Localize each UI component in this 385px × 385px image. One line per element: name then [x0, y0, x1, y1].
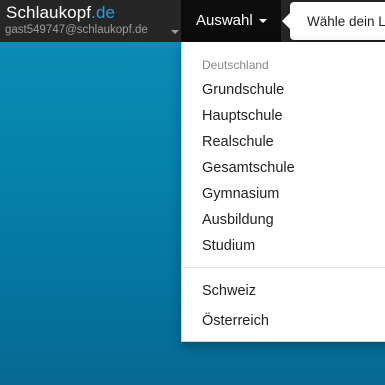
user-menu-toggle[interactable]: gast549747@schlaukopf.de: [5, 24, 181, 40]
auswahl-menu-button[interactable]: Auswahl: [181, 0, 281, 42]
menu-item-hauptschule[interactable]: Hauptschule: [202, 108, 283, 124]
tooltip-arrow: [282, 13, 290, 29]
menu-item-studium[interactable]: Studium: [202, 238, 255, 254]
chevron-down-icon: [171, 30, 179, 34]
menu-item-oesterreich[interactable]: Österreich: [202, 313, 269, 329]
menu-item-schweiz[interactable]: Schweiz: [202, 283, 256, 299]
brand-logo[interactable]: Schlaukopf.de: [6, 3, 115, 23]
auswahl-label: Auswahl: [196, 12, 253, 29]
menu-item-gesamtschule[interactable]: Gesamtschule: [202, 160, 295, 176]
dropdown-header-deutschland: Deutschland: [202, 58, 269, 72]
auswahl-dropdown-menu: Deutschland Grundschule Hauptschule Real…: [181, 42, 385, 342]
caret-down-icon: [259, 19, 267, 23]
menu-item-gymnasium[interactable]: Gymnasium: [202, 186, 279, 202]
brand-name: Schlaukopf: [6, 3, 92, 22]
menu-item-grundschule[interactable]: Grundschule: [202, 82, 284, 98]
page: Schlaukopf.de gast549747@schlaukopf.de A…: [0, 0, 385, 385]
user-email: gast549747@schlaukopf.de: [5, 24, 148, 36]
tooltip: Wähle dein L: [282, 2, 385, 40]
menu-item-realschule[interactable]: Realschule: [202, 134, 274, 150]
brand-tld: .de: [91, 3, 116, 22]
menu-item-ausbildung[interactable]: Ausbildung: [202, 212, 274, 228]
dropdown-divider: [182, 267, 385, 268]
tooltip-text: Wähle dein L: [307, 14, 385, 29]
